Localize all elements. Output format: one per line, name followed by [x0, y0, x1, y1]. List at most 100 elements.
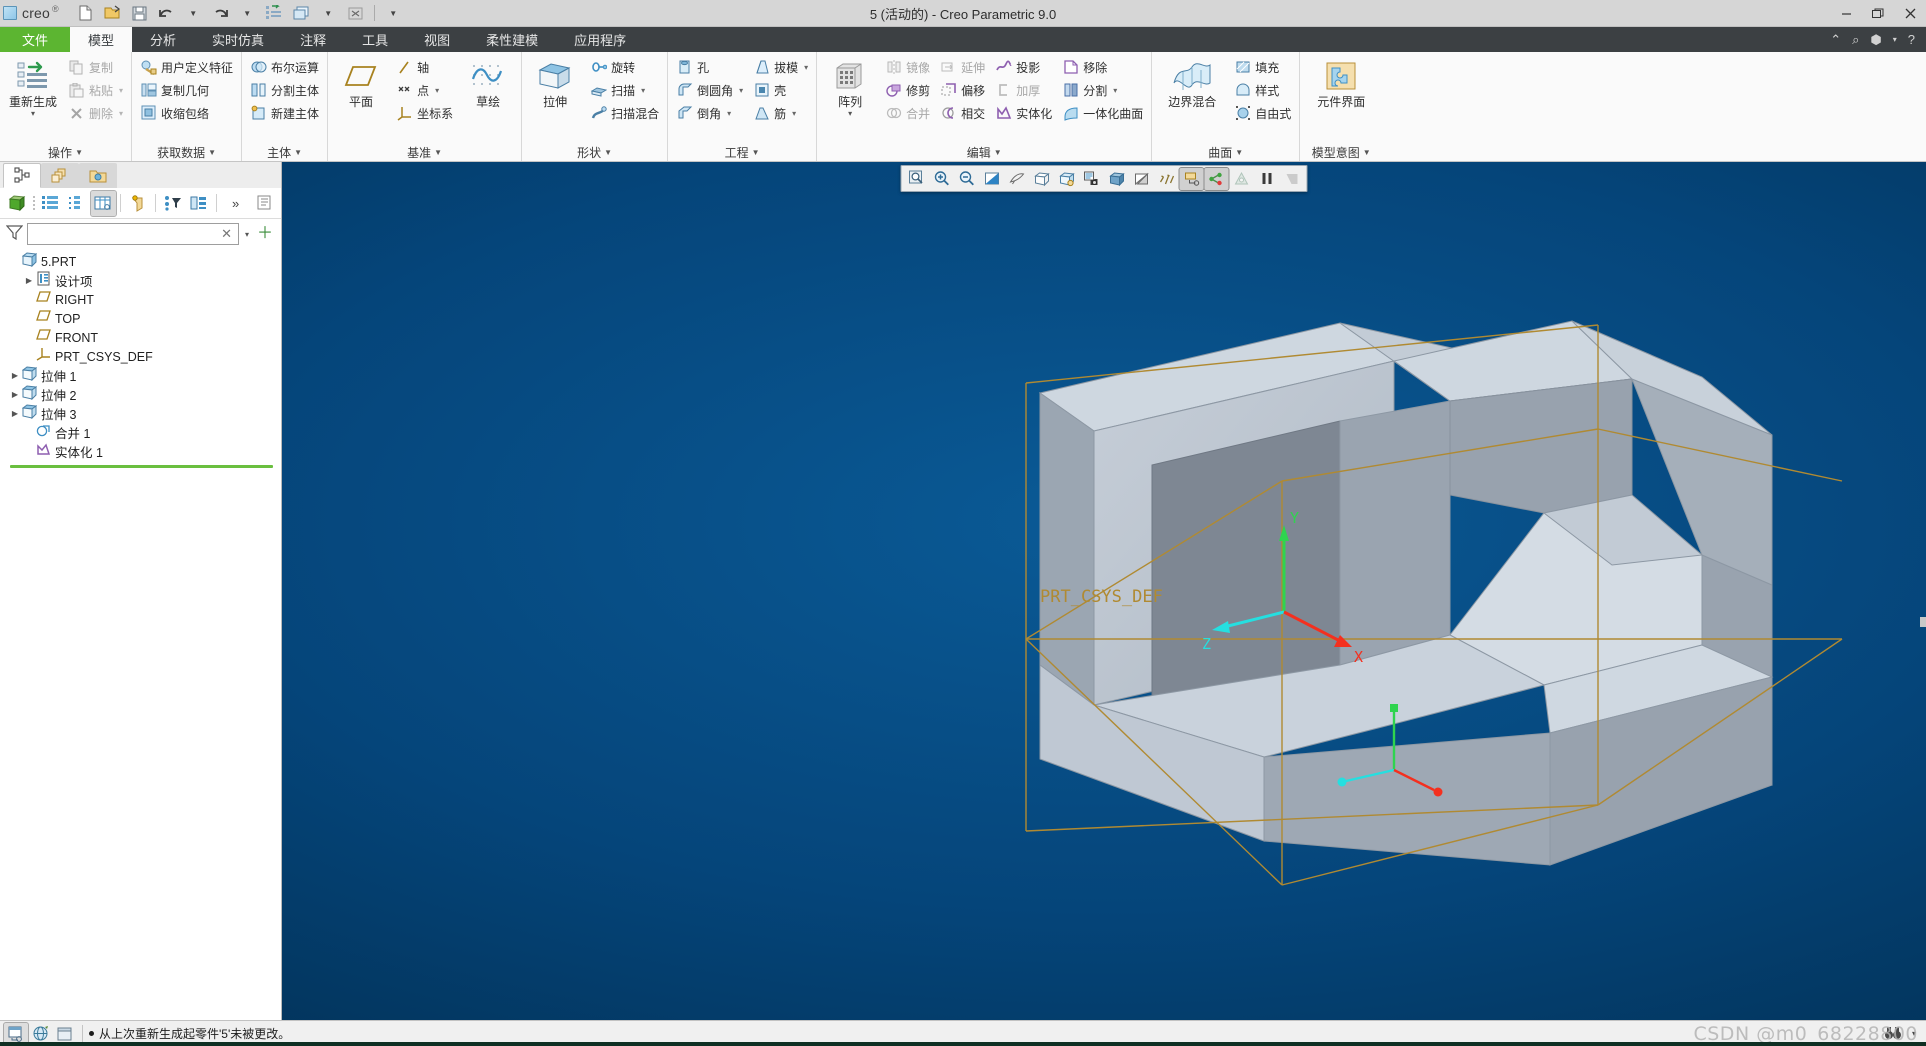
undo-dropdown-button[interactable]: ▼: [181, 2, 206, 24]
open-file-button[interactable]: [100, 2, 125, 24]
layer-visibility-button[interactable]: [1230, 168, 1254, 190]
editing-expand-icon[interactable]: ▼: [994, 148, 1002, 157]
tree-item-front-plane[interactable]: FRONT: [0, 328, 281, 347]
point-display-button[interactable]: [1203, 166, 1230, 191]
collapse-ribbon-icon[interactable]: ⌃: [1830, 32, 1841, 48]
graphics-window[interactable]: PRT_CSYS_DEF Y Z X: [282, 162, 1926, 1020]
ribbon-group-engineering-title[interactable]: 工程 ▼: [672, 144, 812, 161]
ribbon-group-operations-title[interactable]: 操作 ▼: [4, 144, 127, 161]
appearance-gallery-button[interactable]: [1130, 168, 1154, 190]
datum-plane-big-button[interactable]: 平面: [332, 56, 390, 111]
ribbon-group-shapes-title[interactable]: 形状 ▼: [526, 144, 663, 161]
copy-geometry-button[interactable]: 复制几何: [136, 79, 237, 101]
tree-item-extrude-2[interactable]: ▶ 拉伸 2: [0, 384, 281, 404]
repaint-button[interactable]: [980, 168, 1004, 190]
tab-annotate[interactable]: 注释: [282, 27, 344, 52]
datum-point-button[interactable]: 点 ▾: [392, 79, 457, 101]
pattern-big-button[interactable]: 阵列 ▾: [821, 56, 879, 120]
customize-qat-button[interactable]: ▼: [381, 2, 406, 24]
udf-button[interactable]: 用户定义特征: [136, 56, 237, 78]
ribbon-group-model-intent-title[interactable]: 模型意图 ▼: [1304, 144, 1378, 161]
thicken-button[interactable]: 加厚: [991, 79, 1056, 101]
sketch-big-button[interactable]: 草绘: [459, 56, 517, 111]
ribbon-group-body-title[interactable]: 主体 ▼: [246, 144, 323, 161]
body-filter-button[interactable]: [125, 191, 151, 216]
tree-item-right-plane[interactable]: RIGHT: [0, 290, 281, 309]
tab-file[interactable]: 文件: [0, 27, 71, 52]
refit-button[interactable]: [905, 168, 929, 190]
tab-analysis[interactable]: 分析: [132, 27, 194, 52]
tree-item-solidify-1[interactable]: 实体化 1: [0, 442, 281, 461]
project-button[interactable]: 投影: [991, 56, 1056, 78]
ribbon-group-editing-title[interactable]: 编辑 ▼: [821, 144, 1147, 161]
new-body-button[interactable]: 新建主体: [246, 102, 323, 124]
datum-display-button[interactable]: [1178, 166, 1205, 191]
freestyle-button[interactable]: 自由式: [1230, 102, 1295, 124]
tree-arrow[interactable]: ▶: [8, 409, 22, 418]
coordinate-system-button[interactable]: 坐标系: [392, 102, 457, 124]
mirror-button[interactable]: 镜像: [881, 56, 934, 78]
spin-center-button[interactable]: [1005, 168, 1029, 190]
filter-dropdown-icon[interactable]: ▾: [243, 230, 251, 239]
intersect-button[interactable]: 相交: [936, 102, 989, 124]
chamfer-button[interactable]: 倒角 ▾: [672, 102, 747, 124]
paste-button[interactable]: 粘贴 ▾: [64, 79, 127, 101]
datum-axis-button[interactable]: 轴: [392, 56, 457, 78]
unified-surface-button[interactable]: 一体化曲面: [1058, 102, 1147, 124]
chamfer-caret-icon[interactable]: ▾: [727, 109, 731, 118]
round-caret-icon[interactable]: ▾: [739, 86, 743, 95]
add-filter-icon[interactable]: ＋: [255, 226, 275, 242]
ribbon-group-surfaces-title[interactable]: 曲面 ▼: [1156, 144, 1295, 161]
body-display-button[interactable]: [4, 191, 30, 216]
tree-columns-button[interactable]: [89, 189, 118, 217]
close-window-button[interactable]: [343, 2, 368, 24]
tree-filter-box[interactable]: ✕: [27, 223, 239, 245]
tree-arrow[interactable]: ▶: [8, 390, 22, 399]
tree-item-part[interactable]: 5.PRT: [0, 251, 281, 271]
regenerate-big-button[interactable]: 重新生成 ▾: [4, 56, 62, 120]
operations-expand-icon[interactable]: ▼: [75, 148, 83, 157]
redo-dropdown-button[interactable]: ▼: [235, 2, 260, 24]
stop-button[interactable]: [1280, 168, 1304, 190]
datum-expand-icon[interactable]: ▼: [434, 148, 442, 157]
tree-detail-button[interactable]: [64, 191, 90, 216]
zoom-out-button[interactable]: [955, 168, 979, 190]
tree-item-csys[interactable]: PRT_CSYS_DEF: [0, 347, 281, 366]
extrude-big-button[interactable]: 拉伸: [526, 56, 584, 111]
model-tree-tab[interactable]: [3, 163, 41, 188]
delete-caret-icon[interactable]: ▾: [119, 109, 123, 118]
remove-button[interactable]: 移除: [1058, 56, 1147, 78]
window-switch-button[interactable]: [289, 2, 314, 24]
sweep-caret-icon[interactable]: ▾: [641, 86, 645, 95]
tab-applications[interactable]: 应用程序: [556, 27, 644, 52]
new-file-button[interactable]: [73, 2, 98, 24]
tab-view[interactable]: 视图: [406, 27, 468, 52]
settings-filter-button[interactable]: [160, 191, 186, 216]
display-style-button[interactable]: [1105, 168, 1129, 190]
maximize-restore-button[interactable]: [1862, 0, 1894, 27]
tree-item-top-plane[interactable]: TOP: [0, 309, 281, 328]
tab-model[interactable]: 模型: [70, 27, 133, 52]
draft-caret-icon[interactable]: ▾: [804, 63, 808, 72]
view-manager-button[interactable]: [1055, 168, 1079, 190]
pattern-caret-icon[interactable]: ▾: [848, 109, 852, 118]
shell-button[interactable]: 壳: [749, 79, 812, 101]
solidify-button[interactable]: 实体化: [991, 102, 1056, 124]
tree-list-button[interactable]: [37, 191, 63, 216]
tree-item-merge-1[interactable]: 合并 1: [0, 423, 281, 442]
revolve-button[interactable]: 旋转: [586, 56, 663, 78]
hole-button[interactable]: 孔: [672, 56, 747, 78]
graphics-scroll-stub[interactable]: [1920, 617, 1926, 627]
tree-display-button[interactable]: [186, 191, 212, 216]
minimize-button[interactable]: [1830, 0, 1862, 27]
component-interface-big-button[interactable]: 元件界面: [1304, 56, 1378, 111]
close-button[interactable]: [1894, 0, 1926, 27]
capture-image-button[interactable]: [1080, 168, 1104, 190]
tree-item-design-items[interactable]: ▶ 设计项: [0, 271, 281, 290]
tab-flexible-modeling[interactable]: 柔性建模: [468, 27, 556, 52]
ribbon-group-get-data-title[interactable]: 获取数据 ▼: [136, 144, 237, 161]
account-dropdown-icon[interactable]: ▾: [1893, 35, 1897, 44]
notes-button[interactable]: [251, 191, 277, 216]
saved-orientations-button[interactable]: [1030, 168, 1054, 190]
shapes-expand-icon[interactable]: ▼: [604, 148, 612, 157]
